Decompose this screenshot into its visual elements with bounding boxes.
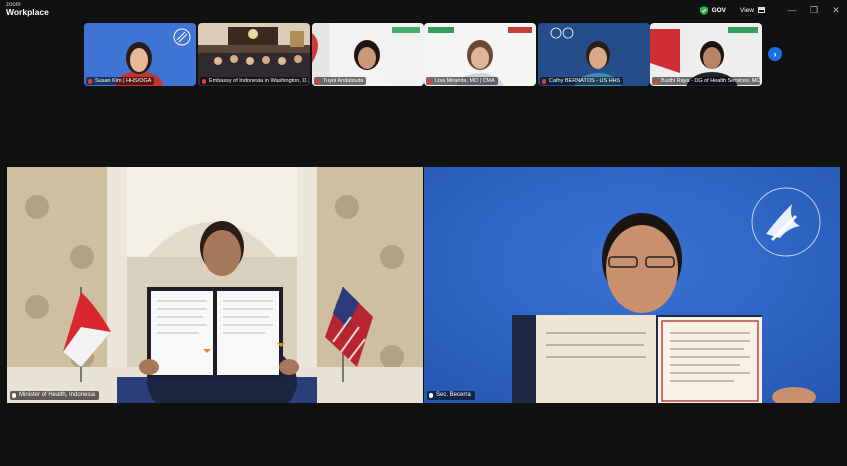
view-label: View <box>740 6 754 14</box>
speaker-video-right[interactable]: Sec. Becerra <box>424 167 840 403</box>
chevron-right-icon: › <box>773 49 777 59</box>
mic-muted-icon <box>202 78 206 84</box>
next-page-button[interactable]: › <box>768 47 782 61</box>
participant-tile[interactable]: Susan Kim | HHS/OGA <box>84 23 196 86</box>
restore-button[interactable]: ❐ <box>803 0 825 20</box>
view-layout-icon <box>758 7 765 13</box>
gallery-strip: Susan Kim | HHS/OGA Embassy of Indonesia… <box>84 23 764 86</box>
minimize-button[interactable]: — <box>781 0 803 20</box>
participant-name-label: Susan Kim | HHS/OGA <box>86 77 155 85</box>
mic-muted-icon <box>428 78 432 84</box>
speaker-video-left[interactable]: Minister of Health, Indonesia <box>7 167 423 403</box>
participant-name-label: Embassy of Indonesia in Washington, D... <box>200 77 308 85</box>
gov-badge[interactable]: GOV <box>699 5 727 15</box>
mic-icon <box>12 393 16 398</box>
close-button[interactable]: ✕ <box>825 0 847 20</box>
title-bar: zoom Workplace GOV View — ❐ ✕ <box>0 0 847 20</box>
mic-muted-icon <box>88 78 92 84</box>
participant-name-label: Tuyoi Andalzuda <box>314 77 367 85</box>
mic-muted-icon <box>654 78 658 84</box>
participant-name-label: Lisa Miranda, MD | CMA <box>426 77 498 85</box>
participant-name-label: Cathy BERNATOS - US HHS <box>540 77 624 85</box>
mic-muted-icon <box>542 78 546 84</box>
brand-line2: Workplace <box>6 7 49 17</box>
participant-tile[interactable]: Embassy of Indonesia in Washington, D... <box>198 23 310 86</box>
mic-icon <box>429 393 433 398</box>
shield-check-icon <box>699 5 708 15</box>
participant-tile[interactable]: Tuyoi Andalzuda <box>312 23 424 86</box>
participant-name-label: Budhi Raya - DG of Health Services, MOH <box>652 77 760 85</box>
participant-name-label: Sec. Becerra <box>427 391 475 400</box>
participant-video <box>7 167 423 403</box>
gov-label: GOV <box>711 6 727 14</box>
participant-tile[interactable]: Budhi Raya - DG of Health Services, MOH <box>650 23 762 86</box>
mic-muted-icon <box>316 78 320 84</box>
participant-tile[interactable]: Lisa Miranda, MD | CMA <box>424 23 536 86</box>
participant-name-label: Minister of Health, Indonesia <box>10 391 100 400</box>
participant-tile[interactable]: Cathy BERNATOS - US HHS <box>538 23 650 86</box>
zoom-logo: zoom Workplace <box>6 2 49 17</box>
view-button[interactable]: View <box>740 7 765 14</box>
participant-video <box>424 167 840 403</box>
